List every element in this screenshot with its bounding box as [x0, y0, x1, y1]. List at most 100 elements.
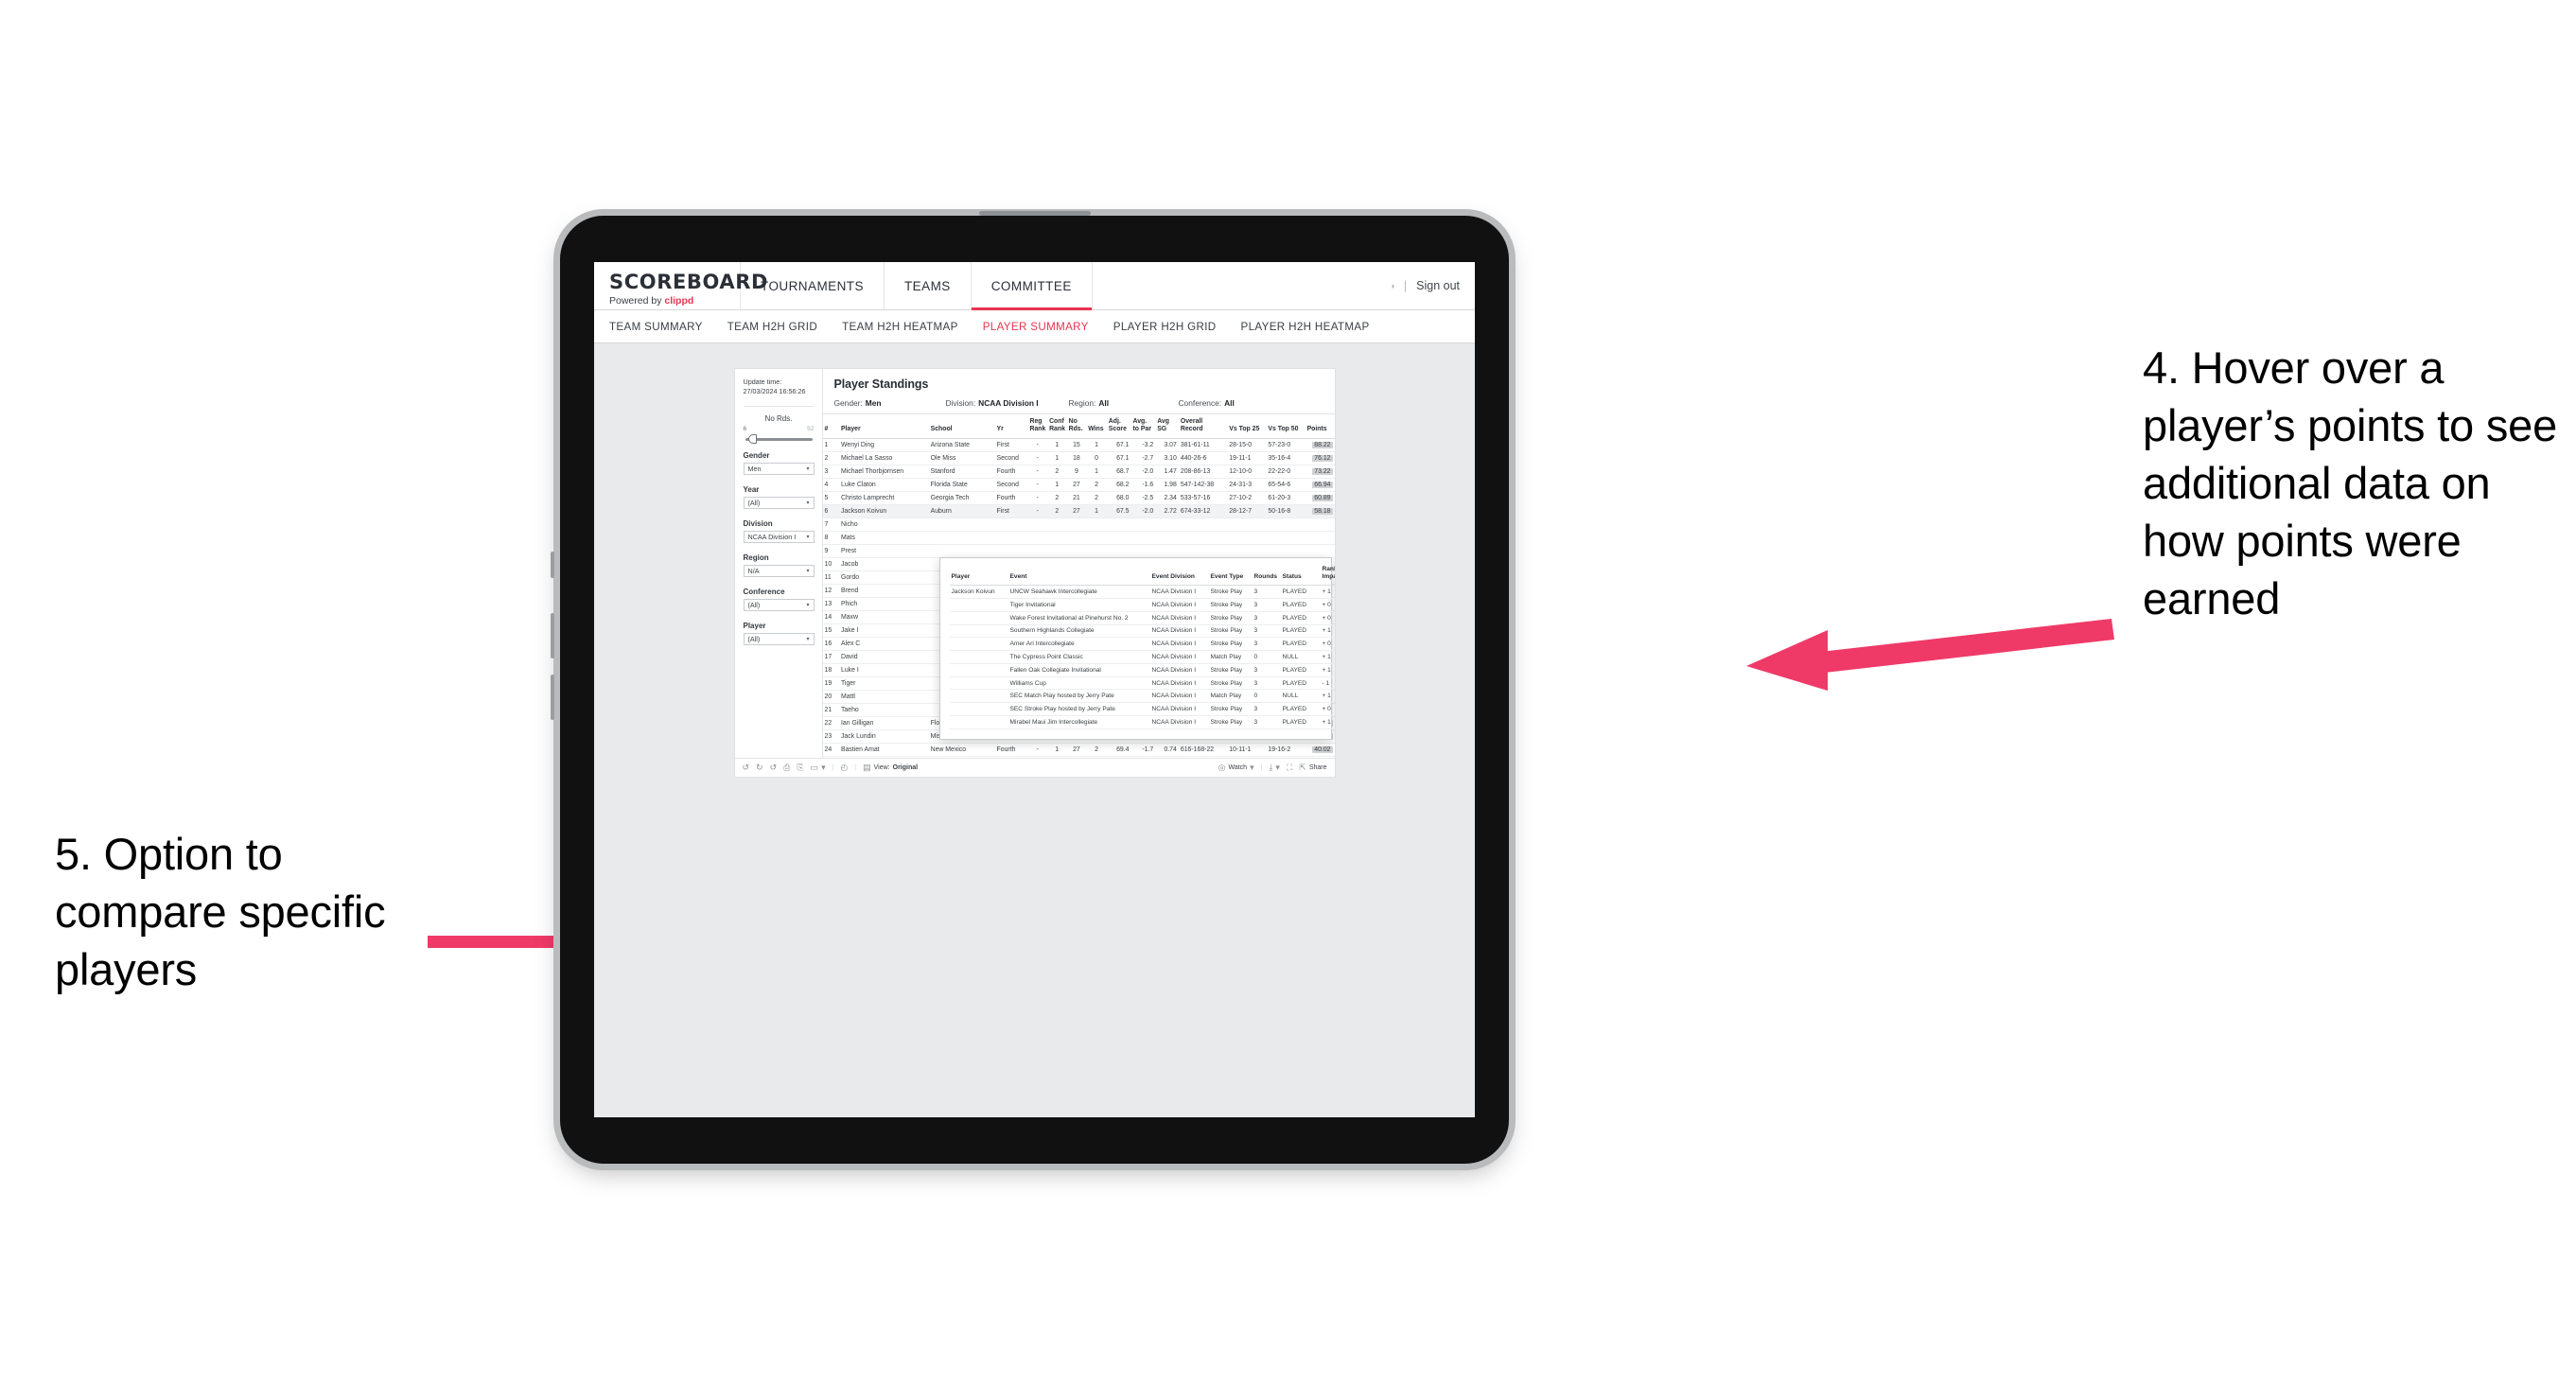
table-row[interactable]: 9 Prest [822, 544, 1335, 559]
col-no-rds[interactable]: No Rds. [1066, 414, 1087, 440]
cell-overall-record [1178, 544, 1228, 559]
col-avg-sg[interactable]: Avg SG [1155, 414, 1179, 440]
col-points[interactable]: Points [1305, 414, 1335, 440]
cell-points[interactable]: 76.12 [1305, 451, 1335, 466]
cell-player: Michael La Sasso [838, 451, 929, 466]
summary-label: Region: [1068, 398, 1096, 408]
subnav-item-player-h2h-grid[interactable]: PLAYER H2H GRID [1113, 321, 1217, 333]
cell-reg-rank: - [1027, 478, 1048, 493]
cell-points[interactable] [1305, 518, 1335, 533]
table-row[interactable]: 6 Jackson Koivun Auburn First -2 27 1 67.5 -2.0 2… [822, 504, 1335, 519]
col-avg-to-par[interactable]: Avg. to Par [1130, 414, 1156, 440]
cell-points[interactable]: 60.89 [1305, 491, 1335, 506]
cell-vs-top-25: 28-15-0 [1227, 438, 1267, 453]
device-preview-group[interactable]: ▭ ▾ [811, 763, 826, 772]
pause-icon[interactable]: ⎘ [797, 763, 803, 772]
player-dropdown[interactable]: (All) ▾ [743, 632, 815, 645]
table-row[interactable]: 7 Nicho [822, 518, 1335, 533]
cell-points[interactable]: 73.22 [1305, 465, 1335, 480]
year-dropdown[interactable]: (All) ▾ [743, 496, 815, 509]
col-wins[interactable]: Wins [1086, 414, 1107, 440]
subnav-item-team-h2h-heatmap[interactable]: TEAM H2H HEATMAP [842, 321, 958, 333]
cell-points[interactable]: 39.95 [1305, 756, 1335, 758]
redo-icon[interactable]: ↻ [756, 763, 763, 772]
col-adj-score[interactable]: Adj. Score [1106, 414, 1131, 440]
cell-avg-sg: 0.74 [1155, 743, 1179, 758]
refresh-icon[interactable]: ⎙ [783, 763, 790, 772]
cell-player: Nicho [838, 518, 929, 533]
download-button[interactable]: ⤓ ▾ [1269, 763, 1280, 772]
division-dropdown[interactable]: NCAA Division I ▾ [743, 530, 815, 543]
topnav-item-teams[interactable]: TEAMS [885, 262, 972, 309]
share-button[interactable]: ⇱ Share [1299, 763, 1326, 772]
standings-table-wrapper[interactable]: # Player School Yr Reg Rank Conf Rank No… [822, 413, 1335, 758]
cell-points[interactable]: 40.02 [1305, 743, 1335, 758]
view-selector[interactable]: ▤ View: Original [863, 763, 918, 772]
table-row[interactable]: 1 Wenyi Ding Arizona State First -1 15 1 67.1 -3… [822, 438, 1335, 453]
cell-conf-rank: 12 [1047, 756, 1067, 758]
conference-dropdown[interactable]: (All) ▾ [743, 598, 815, 611]
dashboard-body: Update time: 27/03/2024 16:56:26 No Rds.… [735, 369, 1335, 758]
app-logo[interactable]: SCOREBOARD Powered by clippd [594, 262, 767, 309]
tt-cell-event-type: Stroke Play [1208, 637, 1253, 652]
gender-dropdown[interactable]: Men ▾ [743, 462, 815, 475]
col-school[interactable]: School [928, 414, 995, 440]
slider-handle[interactable] [747, 434, 757, 445]
undo-icon[interactable]: ↺ [743, 763, 750, 772]
sign-out-link[interactable]: Sign out [1416, 279, 1460, 292]
cell-conf-rank: 1 [1047, 743, 1067, 758]
cell-points[interactable] [1305, 544, 1335, 559]
chevron-down-icon: ▾ [806, 568, 810, 574]
col-reg-rank[interactable]: Reg Rank [1027, 414, 1048, 440]
no-rounds-slider[interactable] [745, 434, 813, 445]
table-row[interactable]: 3 Michael Thorbjornsen Stanford Fourth -2 9 1 6… [822, 465, 1335, 480]
col-player[interactable]: Player [838, 414, 929, 440]
cell-overall-record: 381-61-11 [1178, 438, 1228, 453]
cell-no-rds: 23 [1066, 756, 1087, 758]
cell-player: Jake I [838, 623, 929, 639]
col-vs-top-50[interactable]: Vs Top 50 [1266, 414, 1306, 440]
subnav-item-player-h2h-heatmap[interactable]: PLAYER H2H HEATMAP [1241, 321, 1370, 333]
history-icon[interactable]: ◴ [840, 763, 848, 772]
subnav-item-player-summary[interactable]: PLAYER SUMMARY [983, 321, 1089, 333]
fullscreen-icon[interactable]: ⛶ [1287, 763, 1292, 772]
topnav-item-tournaments[interactable]: TOURNAMENTS [741, 262, 885, 309]
tt-cell-rank-impact: + 1 [1320, 663, 1335, 677]
region-dropdown[interactable]: N/A ▾ [743, 564, 815, 577]
watch-button[interactable]: ◎ Watch ▾ [1218, 763, 1254, 772]
cell-points[interactable]: 58.18 [1305, 504, 1335, 519]
table-row[interactable]: 2 Michael La Sasso Ole Miss Second -1 18 0 67.1… [822, 451, 1335, 466]
table-row[interactable]: 8 Mats [822, 531, 1335, 546]
cell-wins: 2 [1086, 491, 1107, 506]
col-conf-rank[interactable]: Conf Rank [1047, 414, 1067, 440]
cell-rank: 23 [822, 729, 839, 745]
tooltip-row: The Cypress Point Classic NCAA Division I… [949, 650, 1335, 664]
col-yr[interactable]: Yr [994, 414, 1028, 440]
tt-cell-event: SEC Match Play hosted by Jerry Pate [1008, 689, 1150, 704]
revert-icon[interactable]: ↺ [770, 763, 778, 772]
cell-school: Florida State [928, 478, 995, 493]
summary-label: Conference: [1178, 398, 1222, 408]
cell-points[interactable]: 66.94 [1305, 478, 1335, 493]
topnav-item-committee[interactable]: COMMITTEE [971, 262, 1093, 310]
subnav-item-team-h2h-grid[interactable]: TEAM H2H GRID [727, 321, 817, 333]
col-vs-top-25[interactable]: Vs Top 25 [1227, 414, 1267, 440]
cell-points[interactable]: 88.22 [1305, 438, 1335, 453]
subnav-item-team-summary[interactable]: TEAM SUMMARY [609, 321, 703, 333]
filter-conference: Conference (All) ▾ [743, 588, 815, 611]
table-row[interactable]: 24 Bastien Amat New Mexico Fourth -1 27 2 69.4-… [822, 743, 1335, 758]
topnav-label: TOURNAMENTS [761, 278, 864, 293]
tooltip-row: Tiger Invitational NCAA Division I Stroke … [949, 598, 1335, 612]
col-overall-record[interactable]: Overall Record [1178, 414, 1228, 440]
col-rank[interactable]: # [822, 414, 839, 440]
tt-col-event-division: Event Division [1149, 566, 1209, 587]
cell-avg-to-par: -2.5 [1130, 491, 1156, 506]
cell-avg-sg [1155, 518, 1179, 533]
cell-points[interactable] [1305, 531, 1335, 546]
table-row[interactable]: 4 Luke Claton Florida State Second -1 27 2 68.2… [822, 478, 1335, 493]
table-row[interactable]: 25Cole SherwoodVanderbiltFourth-1223168.… [822, 756, 1335, 758]
cell-player: David [838, 650, 929, 665]
table-row[interactable]: 5 Christo Lamprecht Georgia Tech Fourth -2 21… [822, 491, 1335, 506]
chevron-right-icon[interactable]: › [1392, 281, 1394, 290]
cell-adj-score: 67.5 [1106, 504, 1131, 519]
